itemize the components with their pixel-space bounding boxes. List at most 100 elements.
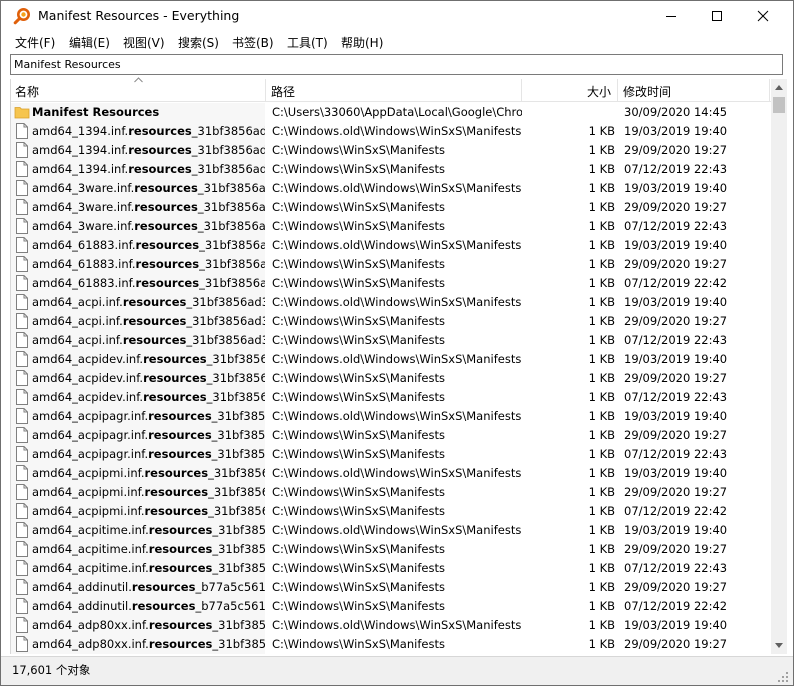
table-row[interactable]: amd64_adp80xx.inf.resources_31bf3856a...…	[11, 616, 771, 635]
table-row[interactable]: amd64_acpitime.inf.resources_31bf3856a..…	[11, 521, 771, 540]
file-icon	[16, 484, 28, 500]
row-path: C:\Windows\WinSxS\Manifests	[272, 200, 445, 214]
row-name-suffix: _31bf3856ad364...	[186, 295, 265, 309]
table-row[interactable]: amd64_3ware.inf.resources_31bf3856ad36..…	[11, 217, 771, 236]
row-path: C:\Windows\WinSxS\Manifests	[272, 257, 445, 271]
table-row[interactable]: amd64_adp80xx.inf.resources_31bf3856a...…	[11, 635, 771, 654]
scroll-down-icon[interactable]	[774, 642, 784, 649]
column-divider[interactable]	[265, 79, 266, 102]
row-modified: 29/09/2020 19:27	[624, 314, 728, 328]
row-name-suffix: _31bf3856ad364...	[191, 124, 265, 138]
column-modified[interactable]: 修改时间	[623, 83, 671, 100]
vertical-scrollbar[interactable]	[771, 79, 787, 654]
row-name: amd64_acpipmi.inf.resources_31bf3856ad..…	[32, 504, 265, 518]
row-modified: 07/12/2019 22:43	[624, 162, 728, 176]
row-name-prefix: amd64_acpi.inf.	[32, 314, 123, 328]
table-row[interactable]: amd64_3ware.inf.resources_31bf3856ad36..…	[11, 198, 771, 217]
table-row[interactable]: amd64_acpidev.inf.resources_31bf3856ad..…	[11, 369, 771, 388]
menu-search[interactable]: 搜索(S)	[178, 34, 219, 51]
row-path: C:\Windows.old\Windows\WinSxS\Manifests	[272, 238, 522, 252]
table-row[interactable]: amd64_3ware.inf.resources_31bf3856ad36..…	[11, 179, 771, 198]
menu-file[interactable]: 文件(F)	[15, 34, 55, 51]
row-name-prefix: amd64_3ware.inf.	[32, 181, 135, 195]
row-name-prefix: amd64_3ware.inf.	[32, 219, 135, 233]
row-name-prefix: amd64_acpidev.inf.	[32, 352, 144, 366]
scrollbar-thumb[interactable]	[773, 97, 785, 113]
row-name-prefix: amd64_1394.inf.	[32, 162, 129, 176]
column-divider[interactable]	[617, 79, 618, 102]
row-name-match: resources	[134, 219, 198, 233]
table-row[interactable]: amd64_acpi.inf.resources_31bf3856ad364..…	[11, 293, 771, 312]
results-rows: Manifest Resources C:\Users\33060\AppData…	[11, 103, 771, 654]
row-name-suffix: _b77a5c561934...	[195, 599, 265, 613]
row-name-prefix: amd64_adp80xx.inf.	[32, 637, 149, 651]
table-row[interactable]: Manifest Resources C:\Users\33060\AppData…	[11, 103, 771, 122]
table-row[interactable]: amd64_acpipagr.inf.resources_31bf3856a..…	[11, 407, 771, 426]
table-row[interactable]: amd64_1394.inf.resources_31bf3856ad364..…	[11, 160, 771, 179]
row-path: C:\Windows\WinSxS\Manifests	[272, 561, 445, 575]
table-row[interactable]: amd64_addinutil.resources_b77a5c561934..…	[11, 578, 771, 597]
column-name[interactable]: 名称	[15, 83, 39, 100]
row-name: amd64_1394.inf.resources_31bf3856ad364..…	[32, 124, 265, 138]
table-row[interactable]: amd64_acpitime.inf.resources_31bf3856a..…	[11, 559, 771, 578]
row-name: amd64_acpidev.inf.resources_31bf3856ad..…	[32, 390, 265, 404]
table-row[interactable]: amd64_acpipmi.inf.resources_31bf3856ad..…	[11, 502, 771, 521]
file-icon	[16, 161, 28, 177]
column-path[interactable]: 路径	[271, 83, 295, 100]
table-row[interactable]: amd64_acpipagr.inf.resources_31bf3856a..…	[11, 445, 771, 464]
table-row[interactable]: amd64_acpipmi.inf.resources_31bf3856ad..…	[11, 483, 771, 502]
file-icon	[16, 503, 28, 519]
row-name: amd64_acpitime.inf.resources_31bf3856a..…	[32, 561, 265, 575]
table-row[interactable]: amd64_acpi.inf.resources_31bf3856ad364..…	[11, 312, 771, 331]
table-row[interactable]: amd64_1394.inf.resources_31bf3856ad364..…	[11, 141, 771, 160]
title-bar[interactable]: Manifest Resources - Everything	[1, 1, 793, 31]
minimize-button[interactable]	[648, 1, 694, 31]
table-row[interactable]: amd64_61883.inf.resources_31bf3856ad36..…	[11, 274, 771, 293]
resize-grip-icon[interactable]	[777, 671, 789, 683]
column-divider[interactable]	[521, 79, 522, 102]
search-input[interactable]	[11, 55, 782, 74]
row-size: 1 KB	[588, 390, 615, 404]
close-button[interactable]	[740, 1, 786, 31]
table-row[interactable]: amd64_acpidev.inf.resources_31bf3856ad..…	[11, 350, 771, 369]
menu-help[interactable]: 帮助(H)	[341, 34, 383, 51]
scroll-up-icon[interactable]	[774, 84, 784, 91]
table-row[interactable]: amd64_acpipmi.inf.resources_31bf3856ad..…	[11, 464, 771, 483]
row-path: C:\Windows\WinSxS\Manifests	[272, 219, 445, 233]
row-modified: 29/09/2020 19:27	[624, 143, 728, 157]
table-row[interactable]: amd64_acpi.inf.resources_31bf3856ad364..…	[11, 331, 771, 350]
row-modified: 19/03/2019 19:40	[624, 466, 728, 480]
row-path: C:\Windows\WinSxS\Manifests	[272, 504, 445, 518]
row-path: C:\Windows\WinSxS\Manifests	[272, 333, 445, 347]
table-row[interactable]: amd64_acpipagr.inf.resources_31bf3856a..…	[11, 426, 771, 445]
table-row[interactable]: amd64_addinutil.resources_b77a5c561934..…	[11, 597, 771, 616]
maximize-button[interactable]	[694, 1, 740, 31]
row-path: C:\Windows\WinSxS\Manifests	[272, 162, 445, 176]
file-icon	[16, 370, 28, 386]
close-icon	[757, 10, 769, 22]
row-name-match: resources	[148, 428, 212, 442]
menu-view[interactable]: 视图(V)	[123, 34, 165, 51]
table-row[interactable]: amd64_acpidev.inf.resources_31bf3856ad..…	[11, 388, 771, 407]
row-size: 1 KB	[588, 257, 615, 271]
row-modified: 29/09/2020 19:27	[624, 200, 728, 214]
row-size: 1 KB	[588, 561, 615, 575]
row-name-suffix: _31bf3856a...	[211, 409, 265, 423]
menu-tools[interactable]: 工具(T)	[287, 34, 328, 51]
table-row[interactable]: amd64_acpitime.inf.resources_31bf3856a..…	[11, 540, 771, 559]
table-row[interactable]: amd64_61883.inf.resources_31bf3856ad36..…	[11, 255, 771, 274]
row-name-suffix: _31bf3856a...	[212, 542, 265, 556]
file-icon	[16, 256, 28, 272]
column-size[interactable]: 大小	[587, 83, 611, 100]
table-row[interactable]: amd64_1394.inf.resources_31bf3856ad364..…	[11, 122, 771, 141]
menu-edit[interactable]: 编辑(E)	[69, 34, 110, 51]
menu-bookmarks[interactable]: 书签(B)	[232, 34, 274, 51]
table-row[interactable]: amd64_61883.inf.resources_31bf3856ad36..…	[11, 236, 771, 255]
row-size: 1 KB	[588, 599, 615, 613]
everything-window: Manifest Resources - Everything 文件(F) 编辑…	[0, 0, 794, 686]
row-name: amd64_acpipagr.inf.resources_31bf3856a..…	[32, 428, 265, 442]
row-name-suffix: _31bf3856ad364...	[186, 314, 265, 328]
column-divider[interactable]	[769, 79, 770, 102]
file-icon	[16, 237, 28, 253]
row-name-prefix: amd64_acpitime.inf.	[32, 542, 149, 556]
